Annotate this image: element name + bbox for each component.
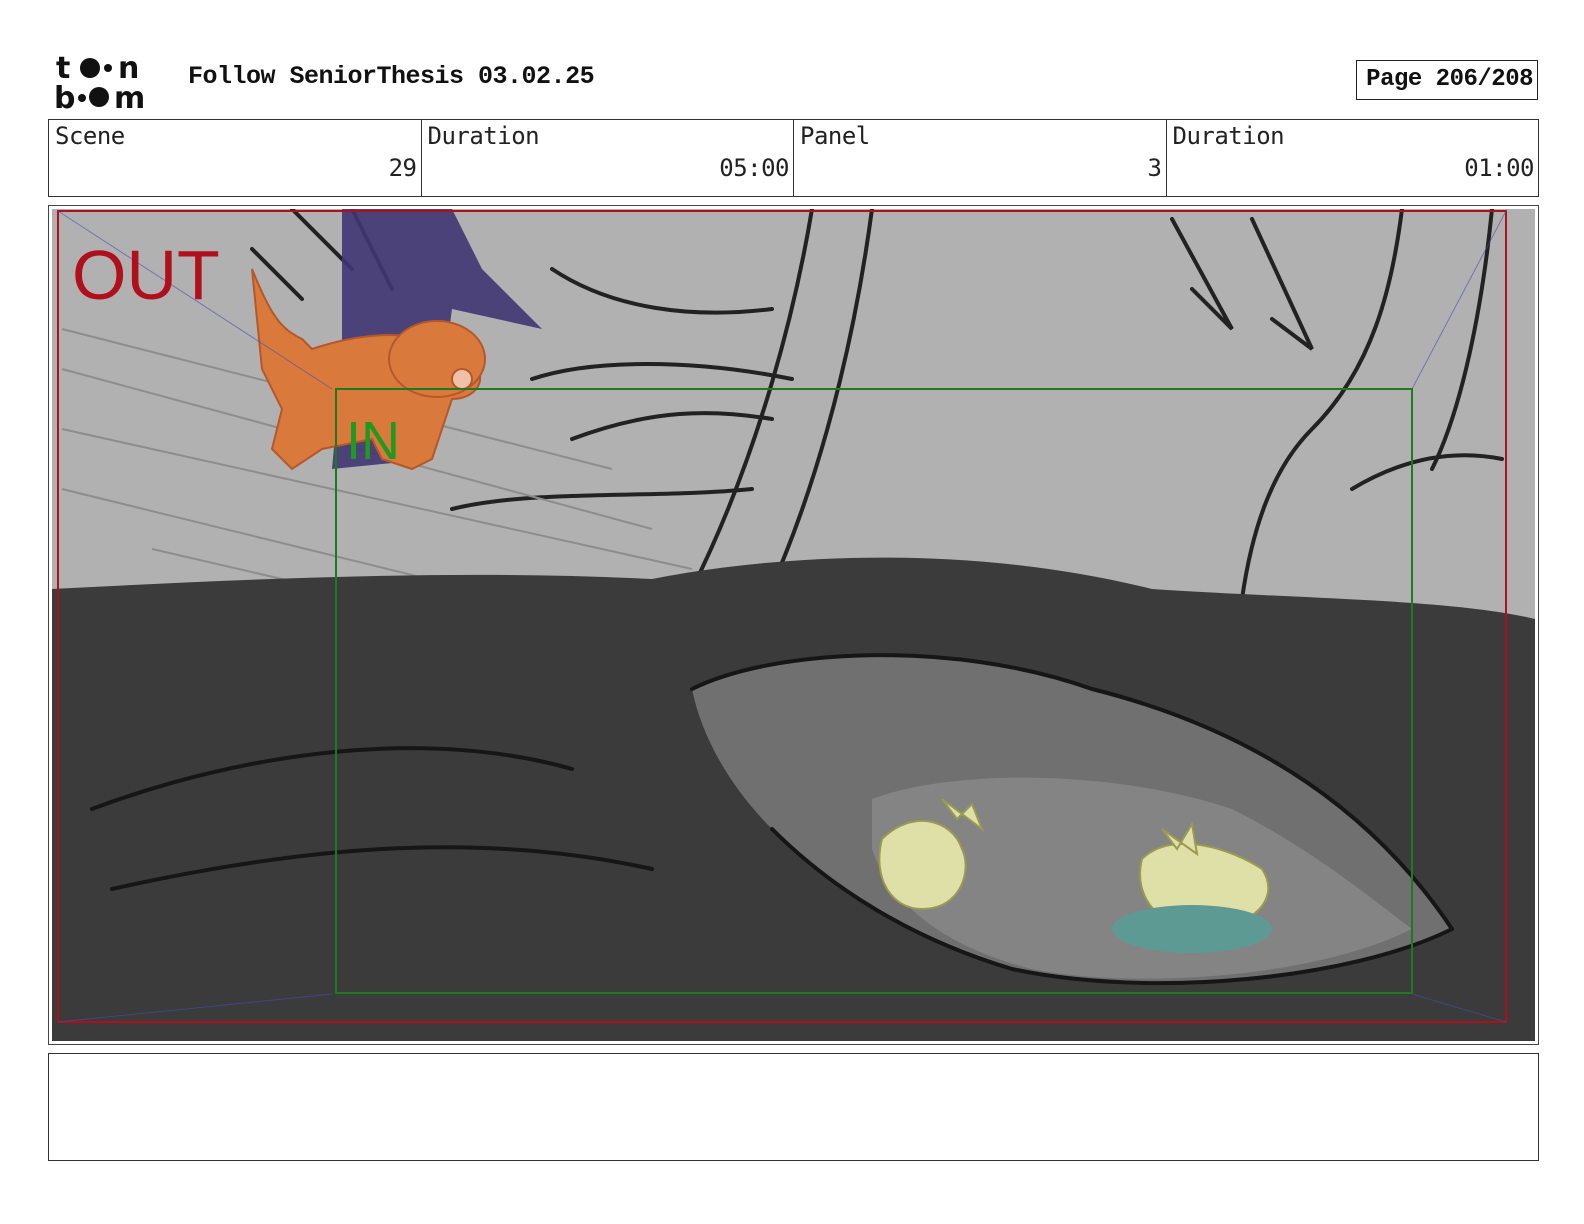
- scene-label: Scene: [55, 122, 125, 150]
- panel-cell: Panel 3: [794, 120, 1167, 196]
- scene-duration-value: 05:00: [719, 154, 789, 182]
- svg-text:m: m: [114, 81, 145, 112]
- panel-duration-value: 01:00: [1464, 154, 1534, 182]
- panel-duration-label: Duration: [1172, 122, 1285, 150]
- panel-duration-cell: Duration 01:00: [1167, 120, 1539, 196]
- panel-value: 3: [1147, 154, 1162, 182]
- panel-label: Panel: [800, 122, 870, 150]
- panel-drawing: OUT IN: [52, 209, 1535, 1041]
- storyboard-panel-image: OUT IN: [52, 209, 1535, 1041]
- out-marker: OUT: [72, 236, 220, 314]
- page-number: Page 206/208: [1356, 60, 1538, 100]
- moss-bed: [1112, 905, 1272, 953]
- scene-cell: Scene 29: [49, 120, 422, 196]
- document-title: Follow SeniorThesis 03.02.25: [188, 62, 595, 91]
- scene-duration-cell: Duration 05:00: [422, 120, 794, 196]
- scene-duration-label: Duration: [427, 122, 540, 150]
- svg-text:b: b: [54, 81, 75, 112]
- panel-notes-box[interactable]: [48, 1053, 1539, 1161]
- scene-info-table: Scene 29 Duration 05:00 Panel 3 Duration…: [48, 119, 1539, 197]
- toon-boom-logo: t n b m: [52, 51, 164, 116]
- scene-value: 29: [388, 154, 417, 182]
- in-marker: IN: [346, 411, 400, 471]
